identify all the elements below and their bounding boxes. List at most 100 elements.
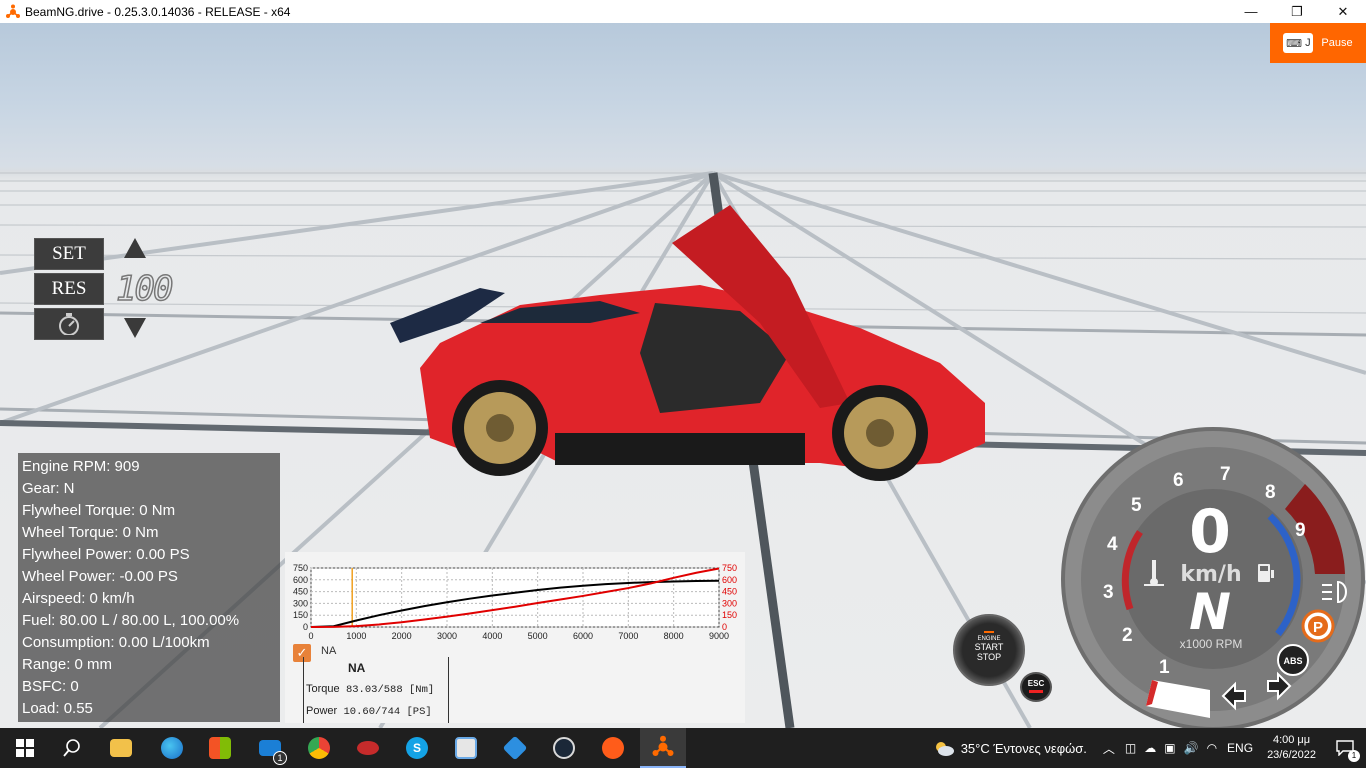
debug-line: Range: 0 mm: [22, 656, 113, 673]
engine-led: [984, 631, 994, 633]
maps-logo-icon: [502, 735, 528, 761]
debug-line: Airspeed: 0 km/h: [22, 590, 135, 607]
series-legend-label: NA: [321, 645, 337, 657]
store-logo-icon: [209, 737, 231, 759]
input-indicator-icon[interactable]: ▣: [1164, 741, 1175, 755]
beamng-icon[interactable]: [640, 728, 686, 768]
chevron-up-icon[interactable]: ︿: [1103, 740, 1115, 757]
pause-label: Pause: [1321, 37, 1353, 49]
debug-line: Engine RPM: 909: [22, 458, 140, 475]
onedrive-icon[interactable]: ☁: [1144, 741, 1156, 755]
weather-cloud-icon[interactable]: [933, 740, 955, 756]
x-tick-label: 4000: [482, 631, 502, 641]
weather-text[interactable]: 35°C Έντονες νεφώσ.: [961, 741, 1087, 756]
rpm-mark-9: 9: [1295, 520, 1306, 541]
y-right-tick-label: 150: [722, 610, 737, 620]
orange-app-logo-icon: [602, 737, 624, 759]
windows-taskbar: 1 S 35°C Έντονες νεφώσ. ︿ ◫ ☁ ▣ 🔊 ◠ ENG …: [0, 728, 1366, 768]
x-tick-label: 2000: [392, 631, 412, 641]
power-label: Power: [306, 705, 338, 717]
mail-icon[interactable]: 1: [255, 733, 287, 765]
debug-line: Wheel Torque: 0 Nm: [22, 524, 159, 541]
system-tray: 35°C Έντονες νεφώσ. ︿ ◫ ☁ ▣ 🔊 ◠ ENG 4:00…: [933, 728, 1366, 768]
debug-line: Load: 0.55: [22, 700, 93, 717]
meet-now-icon[interactable]: ◫: [1125, 741, 1136, 755]
minimize-button[interactable]: —: [1228, 0, 1274, 23]
notification-center-icon[interactable]: 1: [1332, 734, 1360, 762]
vehicle-debug-panel: Engine RPM: 909 Gear: N Flywheel Torque:…: [18, 453, 280, 722]
beamng-taskbar-logo-icon: [652, 735, 674, 756]
wifi-icon[interactable]: ◠: [1207, 741, 1217, 755]
parking-brake-indicator: P: [1301, 609, 1335, 643]
x-tick-label: 6000: [573, 631, 593, 641]
cruise-toggle-button[interactable]: [34, 308, 104, 340]
engine-label-line2: START: [974, 642, 1004, 652]
speedometer-icon: [59, 313, 79, 335]
debug-line: Wheel Power: -0.00 PS: [22, 568, 178, 585]
debug-line: Consumption: 0.00 L/100km: [22, 634, 210, 651]
file-explorer-icon[interactable]: [106, 733, 136, 763]
gear-readout: N: [1189, 583, 1231, 641]
mail-badge: 1: [273, 751, 287, 765]
store-icon[interactable]: [205, 733, 235, 763]
x-tick-label: 1000: [346, 631, 366, 641]
app-icon-red[interactable]: [353, 733, 383, 763]
esc-label: ESC: [1027, 679, 1045, 688]
cruise-speed-down-icon[interactable]: [122, 316, 148, 340]
plot-area: [310, 567, 720, 628]
windows-start-icon[interactable]: [10, 733, 40, 763]
app-icon-orange[interactable]: [598, 733, 628, 763]
skype-logo-icon: S: [406, 737, 428, 759]
speed-readout: 0: [1189, 497, 1231, 567]
cruise-speed-up-icon[interactable]: [122, 236, 148, 260]
maximize-button[interactable]: ❐: [1274, 0, 1320, 23]
keyboard-icon: ⌨ J: [1283, 33, 1314, 53]
y-left-tick-label: 150: [293, 610, 308, 620]
y-left-tick-label: 600: [293, 575, 308, 585]
cruise-resume-button[interactable]: RES: [34, 273, 104, 305]
y-left-tick-label: 750: [293, 563, 308, 573]
rpm-unit: x1000 RPM: [1180, 637, 1243, 651]
torque-curve-chart: 0 1000 2000 3000 4000 5000 6000 7000 8000 9000750…: [293, 563, 737, 641]
volume-icon[interactable]: 🔊: [1184, 741, 1199, 755]
power-value: 10.60/744 [PS]: [343, 706, 432, 718]
chrome-icon[interactable]: [304, 733, 334, 763]
steam-icon[interactable]: [549, 733, 579, 763]
y-right-tick-label: 300: [722, 598, 737, 608]
beamng-logo-icon: [6, 4, 20, 18]
skype-icon[interactable]: S: [402, 733, 432, 763]
maps-icon[interactable]: [500, 733, 530, 763]
parking-label: P: [1313, 619, 1323, 636]
photo-icon[interactable]: [451, 733, 481, 763]
engine-start-stop-button[interactable]: ENGINE START STOP: [953, 614, 1025, 686]
x-tick-label: 5000: [528, 631, 548, 641]
y-right-tick-label: 0: [722, 622, 727, 632]
sports-car: [390, 205, 985, 481]
debug-line: Fuel: 80.00 L / 80.00 L, 100.00%: [22, 612, 240, 629]
rpm-mark-4: 4: [1107, 534, 1118, 555]
abs-indicator: ABS: [1277, 644, 1309, 676]
debug-line: Flywheel Torque: 0 Nm: [22, 502, 176, 519]
y-right-tick-label: 750: [722, 563, 737, 573]
rpm-mark-7: 7: [1220, 464, 1231, 485]
torque-curve-panel: 0 1000 2000 3000 4000 5000 6000 7000 8000 9000 750…: [285, 552, 745, 723]
cruise-set-button[interactable]: SET: [34, 238, 104, 270]
abs-label: ABS: [1283, 656, 1302, 666]
search-icon[interactable]: [57, 733, 87, 763]
edge-icon[interactable]: [157, 733, 187, 763]
close-button[interactable]: ✕: [1320, 0, 1366, 23]
esc-indicator: [1029, 690, 1043, 693]
pause-button[interactable]: ⌨ J Pause: [1270, 23, 1366, 63]
engine-label-line3: STOP: [976, 652, 1002, 662]
notification-badge: 1: [1348, 750, 1360, 762]
beamng-app: BeamNG.drive - 0.25.3.0.14036 - RELEASE …: [0, 0, 1366, 768]
clock-time: 4:00 μμ: [1272, 734, 1311, 746]
readout-header: NA: [348, 661, 366, 675]
rpm-mark-1: 1: [1159, 657, 1170, 678]
y-right-tick-label: 450: [722, 587, 737, 597]
speedometer-gauge: 1 2 3 4 5 6 7 8 9 0 km/h N x1000 RPM P A…: [1061, 427, 1365, 728]
esc-button[interactable]: ESC: [1020, 672, 1052, 702]
clock[interactable]: 4:00 μμ 23/6/2022: [1267, 733, 1316, 763]
torque-readout-table: NA Torque 83.03/588 [Nm] Power 10.60/744…: [303, 657, 449, 723]
language-indicator[interactable]: ENG: [1227, 741, 1253, 755]
